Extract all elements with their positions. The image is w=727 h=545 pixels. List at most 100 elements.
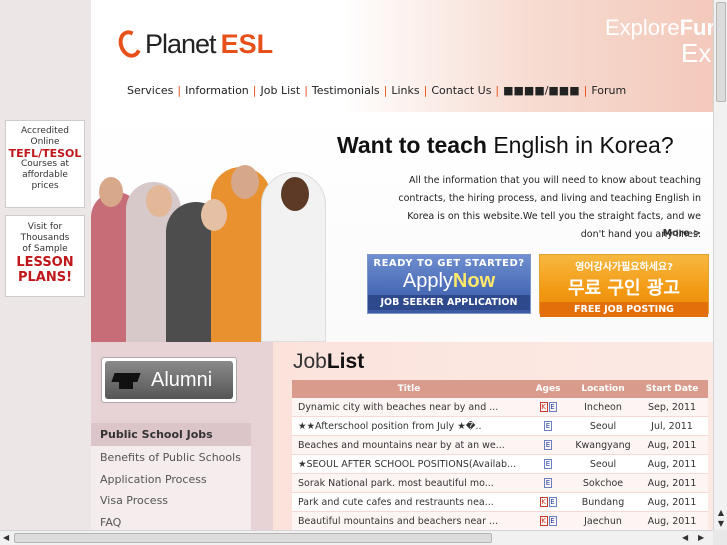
kindergarten-badge: K: [539, 402, 548, 412]
ad-text: Thousands: [20, 233, 70, 243]
person-head: [99, 177, 123, 207]
job-ages: KE: [526, 497, 570, 508]
ad-text: of Sample: [22, 244, 68, 254]
person-head: [146, 185, 172, 217]
elementary-badge: E: [548, 516, 557, 526]
table-row[interactable]: Dynamic city with beaches near by and ..…: [292, 398, 708, 417]
job-title-link[interactable]: Park and cute cafes and restraunts nea..…: [292, 497, 526, 508]
nav-job-list[interactable]: Job List: [257, 84, 305, 97]
table-row[interactable]: Beautiful mountains and beachers near ..…: [292, 512, 708, 531]
menu-item-faq[interactable]: FAQ: [91, 511, 251, 533]
job-location: Seoul: [589, 420, 617, 432]
ad-text: affordable: [22, 170, 68, 180]
scrollbar-corner: [713, 530, 727, 545]
site-logo[interactable]: Planet ESL: [114, 26, 274, 62]
nav-information[interactable]: Information: [181, 84, 253, 97]
person-head: [201, 199, 227, 231]
nav-contact-us[interactable]: Contact Us: [427, 84, 495, 97]
now-word: Now: [452, 270, 496, 292]
scroll-down-icon[interactable]: ▼: [716, 519, 726, 528]
kindergarten-badge: K: [539, 497, 548, 507]
person-head: [231, 165, 259, 199]
apply-now-button[interactable]: READY TO GET STARTED? ApplyNow JOB SEEKE…: [367, 254, 531, 314]
hero-banner: Want to teach English in Korea? All the …: [91, 112, 713, 342]
tefl-course-ad[interactable]: Accredited Online TEFL/TESOL Courses at …: [5, 120, 85, 208]
table-row[interactable]: Beaches and mountains near by at an we..…: [292, 436, 708, 455]
menu-item-benefits[interactable]: Benefits of Public Schools: [91, 446, 251, 468]
apply-word: Apply: [402, 270, 453, 292]
ad-highlight: LESSON: [16, 255, 74, 270]
job-location: Kwangyang: [575, 439, 631, 451]
hero-title: Want to teach English in Korea?: [337, 132, 674, 159]
scroll-left-icon[interactable]: ◀: [682, 533, 688, 542]
person-head: [281, 177, 309, 211]
lesson-plans-ad[interactable]: Visit for Thousands of Sample LESSON PLA…: [5, 215, 85, 297]
ad-text: prices: [31, 181, 59, 191]
nav-korean[interactable]: ■■■■/■■■: [499, 84, 583, 97]
job-ages: E: [526, 421, 570, 432]
ad-text: Accredited: [21, 126, 69, 136]
scroll-right-icon[interactable]: ▶: [698, 533, 704, 542]
public-school-menu: Public School Jobs Benefits of Public Sc…: [91, 423, 251, 532]
job-start-date: Jul, 2011: [651, 420, 693, 432]
hero-title-rest: English in Korea?: [493, 132, 674, 158]
elementary-badge: E: [544, 478, 552, 488]
menu-item-application[interactable]: Application Process: [91, 468, 251, 490]
elementary-badge: E: [548, 497, 557, 507]
job-location: Incheon: [584, 401, 622, 413]
job-ages: KE: [526, 516, 570, 527]
scroll-up-icon[interactable]: ▲: [716, 508, 726, 517]
table-row[interactable]: ★★Afterschool position from July ★�.. E Se…: [292, 417, 708, 436]
lower-left-panel: Alumni Public School Jobs Benefits of Pu…: [91, 342, 273, 532]
job-title-link[interactable]: Beautiful mountains and beachers near ..…: [292, 516, 526, 527]
nav-services[interactable]: Services: [123, 84, 177, 97]
job-title-link[interactable]: ★SEOUL AFTER SCHOOL POSITIONS(Availab...: [292, 459, 526, 470]
logo-swoosh-icon: [114, 27, 146, 61]
elementary-badge: E: [544, 459, 552, 469]
job-start-date: Aug, 2011: [647, 439, 697, 451]
col-location: Location: [581, 384, 625, 394]
vertical-scrollbar[interactable]: ▲ ▼: [713, 0, 727, 545]
job-start-date: Sep, 2011: [647, 401, 697, 413]
elementary-badge: E: [548, 402, 557, 412]
alumni-inner: Alumni: [105, 361, 233, 399]
vertical-scroll-thumb[interactable]: [716, 2, 726, 102]
job-ages: KE: [526, 402, 570, 413]
apply-top-text: READY TO GET STARTED?: [373, 258, 525, 269]
post-main-text: 무료 구인 광고: [568, 278, 680, 299]
free-job-posting-button[interactable]: 영어강사가필요하세요? 무료 구인 광고 FREE JOB POSTING: [539, 254, 709, 317]
menu-item-visa[interactable]: Visa Process: [91, 489, 251, 511]
horizontal-scroll-thumb[interactable]: [14, 533, 492, 543]
job-title-link[interactable]: Sorak National park. most beautiful mo..…: [292, 478, 526, 489]
nav-forum[interactable]: Forum: [587, 84, 630, 97]
col-title: Title: [397, 384, 421, 394]
table-row[interactable]: Park and cute cafes and restraunts nea..…: [292, 493, 708, 512]
job-title-link[interactable]: Beaches and mountains near by at an we..…: [292, 440, 526, 451]
elementary-badge: E: [544, 440, 552, 450]
job-start-date: Aug, 2011: [647, 496, 697, 508]
table-row[interactable]: ★SEOUL AFTER SCHOOL POSITIONS(Availab...…: [292, 455, 708, 474]
site-header: Planet ESL ExploreFurt Exp Services | Inf…: [91, 0, 726, 112]
horizontal-scrollbar[interactable]: ◀ ◀ ▶: [0, 530, 713, 545]
scroll-left-icon[interactable]: ◀: [3, 533, 9, 542]
job-title-link[interactable]: ★★Afterschool position from July ★�..: [292, 421, 526, 432]
elementary-badge: E: [544, 421, 552, 431]
job-start-date: Aug, 2011: [647, 477, 697, 489]
teachers-photo: [91, 147, 341, 342]
table-row[interactable]: Sorak National park. most beautiful mo..…: [292, 474, 708, 493]
more-link[interactable]: More >: [663, 228, 701, 239]
job-list-title-bold: List: [326, 350, 365, 373]
nav-testimonials[interactable]: Testimonials: [308, 84, 384, 97]
logo-esl-text: ESL: [220, 28, 274, 59]
job-location: Bundang: [581, 496, 625, 508]
job-title-link[interactable]: Dynamic city with beaches near by and ..…: [292, 402, 526, 413]
ad-highlight: PLANS!: [17, 270, 73, 285]
job-list-section: JobList Title Ages Location Start Date D…: [273, 342, 713, 531]
alumni-button[interactable]: Alumni: [101, 357, 237, 403]
nav-links[interactable]: Links: [387, 84, 423, 97]
ad-text: Visit for: [27, 222, 63, 232]
hero-description: All the information that you will need t…: [398, 175, 701, 240]
menu-heading[interactable]: Public School Jobs: [91, 423, 251, 446]
left-ad-column: Accredited Online TEFL/TESOL Courses at …: [0, 0, 91, 530]
apply-main-text: ApplyNow: [368, 270, 530, 293]
